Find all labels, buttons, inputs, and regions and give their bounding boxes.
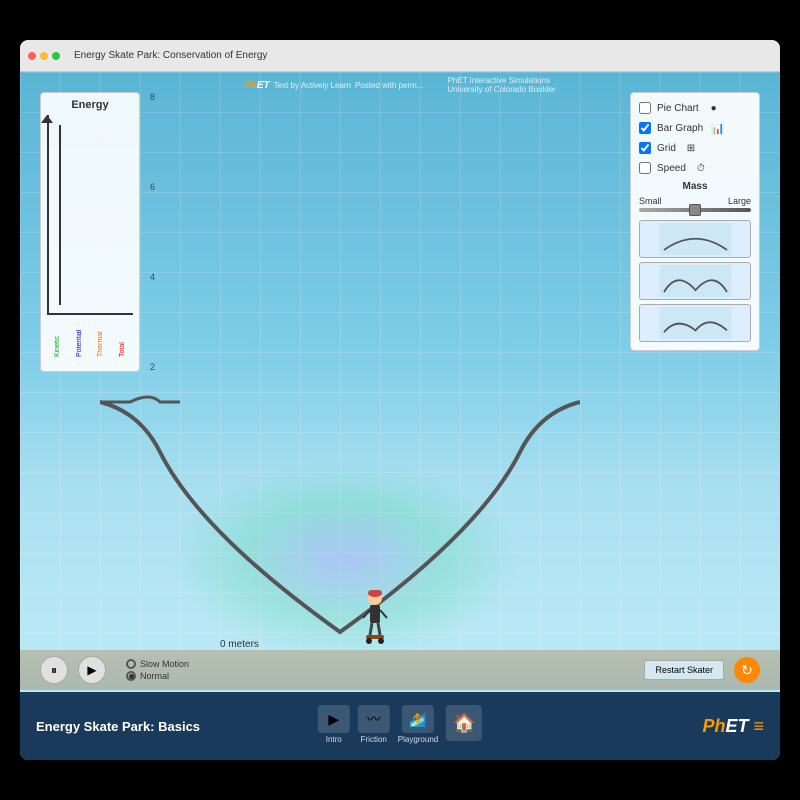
pie-chart-label: Pie Chart — [657, 103, 699, 114]
y-label-8: 8 — [150, 92, 155, 102]
energy-panel: Energy Kinetic Potential Thermal Total — [40, 92, 140, 372]
controls-panel: Pie Chart ● Bar Graph 📊 Grid ⊞ Speed ⏱ — [630, 92, 760, 351]
nav-bar: Energy Skate Park: Basics ▶ Intro 〰 Fric… — [20, 692, 780, 760]
monitor-frame: Energy Skate Park: Conservation of Energ… — [20, 40, 780, 760]
bottom-controls-bar: ⏸ ▶ Slow Motion Normal Restart Skater ↻ — [20, 650, 780, 690]
playground-icon: 🏄 — [402, 705, 434, 733]
meters-label: 0 meters — [220, 639, 259, 650]
restart-skater-button[interactable]: Restart Skater — [644, 660, 724, 680]
y-label-6: 6 — [150, 182, 155, 192]
y-label-2: 2 — [150, 362, 155, 372]
slow-motion-row: Slow Motion — [126, 659, 189, 669]
slow-motion-label: Slow Motion — [140, 659, 189, 669]
phet-logo: PhET ≡ — [702, 716, 764, 737]
bar-graph-label: Bar Graph — [657, 123, 703, 134]
skate-ramp — [100, 392, 580, 652]
bar-graph-row: Bar Graph 📊 — [639, 121, 751, 135]
thumb-container — [639, 220, 751, 342]
mass-title: Mass — [639, 181, 751, 192]
pie-chart-checkbox[interactable] — [639, 102, 651, 114]
maximize-dot[interactable] — [52, 52, 60, 60]
home-button[interactable]: 🏠 — [446, 705, 482, 741]
refresh-button[interactable]: ↻ — [734, 657, 760, 683]
energy-arrow — [41, 115, 53, 123]
grid-row: Grid ⊞ — [639, 141, 751, 155]
browser-bar: Energy Skate Park: Conservation of Energ… — [20, 40, 780, 72]
y-axis-labels: 8 6 4 2 — [150, 92, 155, 372]
thumb-3[interactable] — [639, 304, 751, 342]
thumb-2[interactable] — [639, 262, 751, 300]
skater-figure — [360, 590, 390, 650]
nav-tabs: ▶ Intro 〰 Friction 🏄 Playground 🏠 — [318, 705, 482, 744]
friction-label: Friction — [361, 735, 387, 744]
energy-panel-title: Energy — [47, 99, 133, 111]
bar-graph-icon: 📊 — [709, 121, 727, 135]
sim-container: PhET Text by Actively Learn Posted with … — [20, 72, 780, 760]
pause-button[interactable]: ⏸ — [40, 656, 68, 684]
tab-friction[interactable]: 〰 Friction — [358, 705, 390, 744]
total-label: Total — [119, 317, 126, 357]
friction-icon: 〰 — [358, 705, 390, 733]
tab-playground[interactable]: 🏄 Playground — [398, 705, 438, 744]
close-dot[interactable] — [28, 52, 36, 60]
normal-radio[interactable] — [126, 671, 136, 681]
phet-subtitle: PhET Interactive Simulations University … — [447, 76, 556, 94]
mass-thumb[interactable] — [689, 204, 701, 216]
pie-chart-icon: ● — [705, 101, 723, 115]
thumb-1[interactable] — [639, 220, 751, 258]
grid-icon: ⊞ — [682, 141, 700, 155]
potential-label: Potential — [76, 317, 83, 357]
phet-header-text: Text by Actively Learn — [274, 81, 351, 90]
step-button[interactable]: ▶ — [78, 656, 106, 684]
speed-icon: ⏱ — [692, 161, 710, 175]
intro-label: Intro — [326, 735, 342, 744]
normal-label: Normal — [140, 671, 169, 681]
energy-line — [59, 125, 61, 305]
thermal-label: Thermal — [97, 317, 104, 357]
phet-header-posted: Posted with perm... — [355, 81, 423, 90]
tab-intro[interactable]: ▶ Intro — [318, 705, 350, 744]
speed-checkbox[interactable] — [639, 162, 651, 174]
energy-labels: Kinetic Potential Thermal Total — [47, 317, 133, 357]
speed-label: Speed — [657, 163, 686, 174]
mass-slider[interactable] — [639, 208, 751, 212]
grid-checkbox[interactable] — [639, 142, 651, 154]
speed-row: Speed ⏱ — [639, 161, 751, 175]
motion-radio-group: Slow Motion Normal — [126, 659, 189, 681]
minimize-dot[interactable] — [40, 52, 48, 60]
browser-title: Energy Skate Park: Conservation of Energ… — [74, 50, 772, 61]
mass-large-label: Large — [728, 196, 751, 206]
slow-motion-radio[interactable] — [126, 659, 136, 669]
intro-icon: ▶ — [318, 705, 350, 733]
energy-chart-area — [47, 115, 133, 315]
playground-label: Playground — [398, 735, 438, 744]
mass-small-label: Small — [639, 196, 662, 206]
grid-label: Grid — [657, 143, 676, 154]
mass-section: Mass Small Large — [639, 181, 751, 212]
normal-row: Normal — [126, 671, 189, 681]
pie-chart-row: Pie Chart ● — [639, 101, 751, 115]
y-label-4: 4 — [150, 272, 155, 282]
phet-logo-header: PhET — [244, 80, 270, 91]
bar-graph-checkbox[interactable] — [639, 122, 651, 134]
browser-dots — [28, 52, 60, 60]
kinetic-label: Kinetic — [54, 317, 61, 357]
